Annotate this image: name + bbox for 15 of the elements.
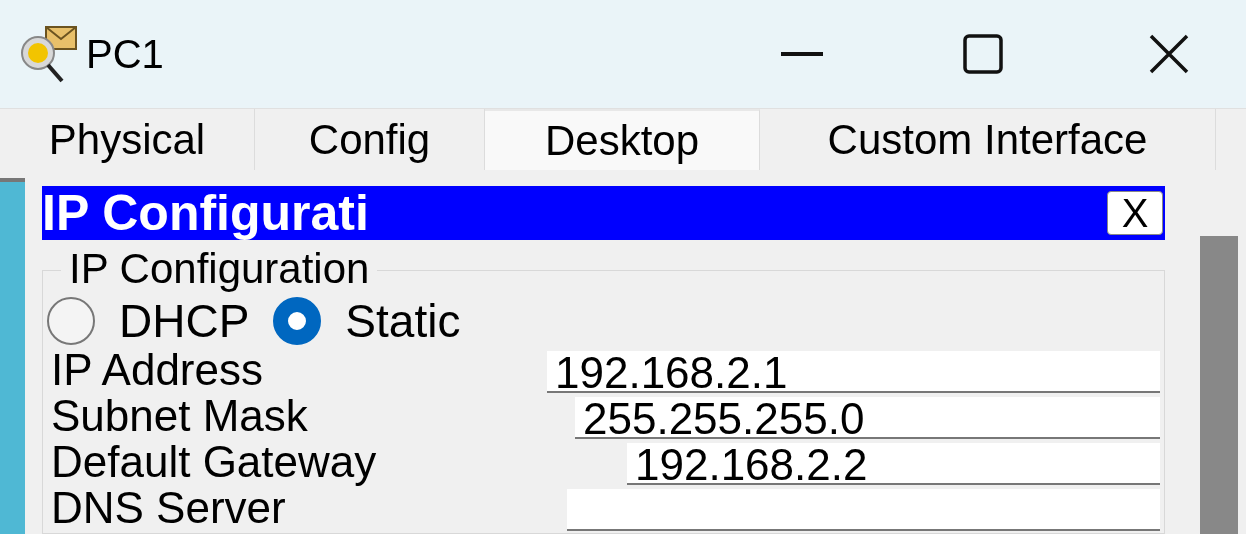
maximize-icon[interactable] bbox=[963, 34, 1003, 74]
tab[interactable]: Desktop bbox=[485, 109, 760, 170]
scrollbar-thumb[interactable] bbox=[1200, 236, 1238, 534]
radio-button[interactable] bbox=[47, 297, 95, 345]
field-label: Default Gateway bbox=[51, 439, 377, 485]
close-button[interactable]: X bbox=[1107, 191, 1163, 235]
field-label: DNS Server bbox=[51, 485, 286, 531]
field-label: IP Address bbox=[51, 347, 263, 393]
radio-button[interactable] bbox=[273, 297, 322, 345]
field-label: Subnet Mask bbox=[51, 393, 308, 439]
radio-label: DHCP bbox=[119, 298, 250, 344]
dialog-title: IP Configurati bbox=[42, 186, 369, 240]
radio-label: Static bbox=[345, 298, 461, 344]
close-icon[interactable] bbox=[1149, 34, 1189, 74]
window-title: PC1 bbox=[86, 31, 164, 78]
